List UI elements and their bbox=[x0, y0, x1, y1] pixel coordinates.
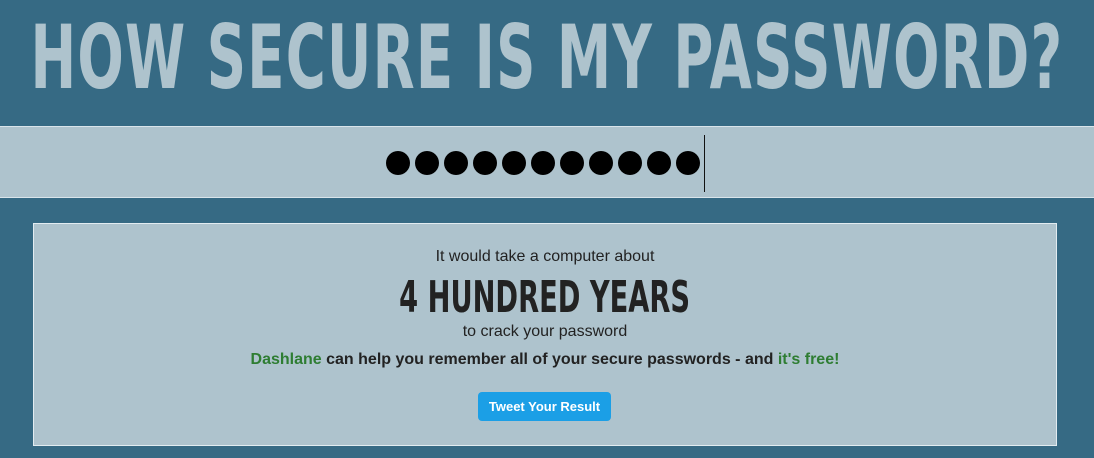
password-dot bbox=[618, 151, 642, 175]
result-intro: It would take a computer about bbox=[435, 248, 655, 265]
free-link[interactable]: it's free! bbox=[778, 351, 840, 368]
page-title: HOW SECURE IS MY PASSWORD? bbox=[30, 6, 1064, 109]
password-dot bbox=[589, 151, 613, 175]
brand-link[interactable]: Dashlane bbox=[251, 351, 322, 368]
password-dot bbox=[647, 151, 671, 175]
password-dot bbox=[676, 151, 700, 175]
password-dot bbox=[502, 151, 526, 175]
password-dot bbox=[444, 151, 468, 175]
crack-time-value: 4 HUNDRED YEARS bbox=[399, 272, 691, 323]
text-caret bbox=[704, 135, 705, 192]
promo-middle: can help you remember all of your secure… bbox=[321, 351, 778, 368]
password-dot bbox=[386, 151, 410, 175]
password-dot bbox=[531, 151, 555, 175]
promo-text: Dashlane can help you remember all of yo… bbox=[34, 351, 1056, 369]
crack-time: 4 HUNDRED YEARS bbox=[34, 274, 1056, 322]
password-dot bbox=[560, 151, 584, 175]
result-outro: to crack your password bbox=[462, 323, 628, 340]
result-panel: It would take a computer about 4 HUNDRED… bbox=[33, 223, 1057, 446]
password-dot bbox=[473, 151, 497, 175]
page-header: HOW SECURE IS MY PASSWORD? bbox=[0, 0, 1094, 126]
password-band bbox=[0, 126, 1094, 198]
masked-password bbox=[386, 151, 700, 181]
password-dot bbox=[415, 151, 439, 175]
tweet-result-button[interactable]: Tweet Your Result bbox=[478, 392, 611, 421]
